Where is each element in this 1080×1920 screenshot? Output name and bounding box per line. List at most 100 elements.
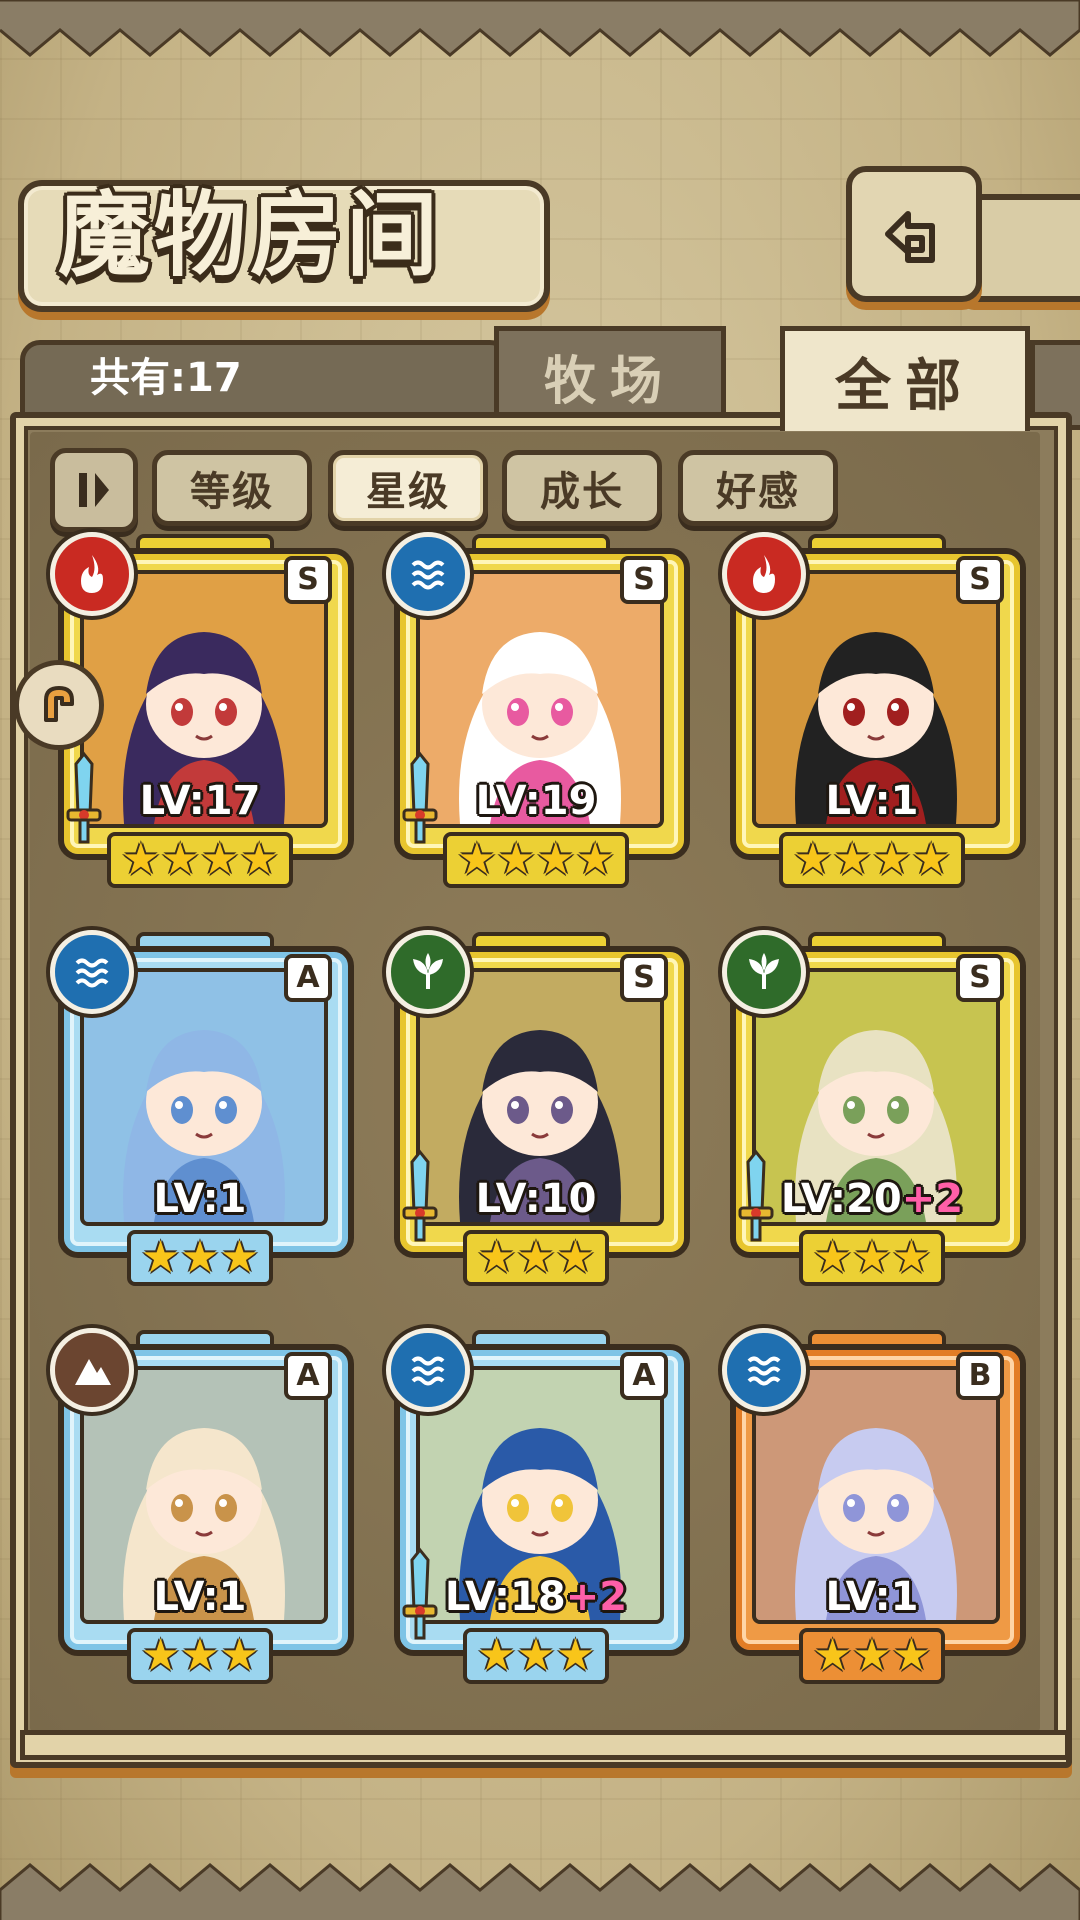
bottom-zigzag-border <box>0 1863 1080 1920</box>
star-icon: ★ <box>911 834 951 885</box>
level-value: LV:19 <box>475 778 597 824</box>
star-icon: ★ <box>891 1232 932 1283</box>
star-rating: ★★★ <box>386 1628 686 1684</box>
star-bar: ★★★ <box>462 1230 610 1286</box>
star-icon: ★ <box>476 1630 517 1681</box>
element-wood-badge <box>386 930 470 1014</box>
sort-by-growth-button[interactable]: 成长 <box>502 450 662 526</box>
star-bar: ★★★ <box>798 1628 946 1684</box>
monster-card[interactable]: B LV:1 ★★★ <box>722 1326 1026 1684</box>
star-rating: ★★★ <box>386 1230 686 1286</box>
star-bar: ★★★★ <box>779 832 965 888</box>
level-bonus: +2 <box>901 1176 964 1222</box>
monster-level: LV:1 <box>722 1574 1022 1620</box>
star-icon: ★ <box>219 1232 260 1283</box>
rank-badge: A <box>620 1352 668 1400</box>
star-icon: ★ <box>516 1232 556 1283</box>
monster-level: LV:1 <box>50 1574 350 1620</box>
level-value: LV:1 <box>825 778 919 824</box>
star-bar: ★★★★ <box>107 832 293 888</box>
monster-count: 共有:17 <box>90 355 242 401</box>
top-zigzag-border <box>0 0 1080 57</box>
star-icon: ★ <box>516 1630 556 1681</box>
fire-element-icon <box>81 555 103 593</box>
back-button[interactable] <box>846 166 982 302</box>
level-value: LV:1 <box>153 1176 247 1222</box>
monster-level: LV:1 <box>50 1176 350 1222</box>
element-water-badge <box>722 1328 806 1412</box>
monster-level: LV:18+2 <box>386 1574 686 1620</box>
side-lock-button[interactable] <box>14 660 104 750</box>
level-value: LV:17 <box>139 778 261 824</box>
star-icon: ★ <box>180 1630 220 1681</box>
star-rating: ★★★★ <box>722 832 1022 888</box>
star-bar: ★★★ <box>126 1230 274 1286</box>
rank-badge: S <box>956 556 1004 604</box>
monster-level: LV:19 <box>386 778 686 824</box>
star-rating: ★★★★ <box>50 832 350 888</box>
star-icon: ★ <box>457 834 497 885</box>
rank-badge: S <box>956 954 1004 1002</box>
star-icon: ★ <box>121 834 161 885</box>
monster-level: LV:20+2 <box>722 1176 1022 1222</box>
star-icon: ★ <box>812 1630 853 1681</box>
page-title: 魔物房间 <box>58 181 443 289</box>
star-icon: ★ <box>852 1232 892 1283</box>
rank-badge: B <box>956 1352 1004 1400</box>
star-icon: ★ <box>793 834 833 885</box>
water-element-icon <box>75 958 109 988</box>
monster-card[interactable]: S LV:10 ★★★ <box>386 928 690 1286</box>
monster-card[interactable]: S LV:1 ★★★★ <box>722 530 1026 888</box>
star-bar: ★★★ <box>126 1628 274 1684</box>
star-rating: ★★★ <box>722 1230 1022 1286</box>
monster-level: LV:10 <box>386 1176 686 1222</box>
star-icon: ★ <box>160 834 200 885</box>
star-rating: ★★★ <box>722 1628 1022 1684</box>
star-bar: ★★★ <box>462 1628 610 1684</box>
earth-element-icon <box>75 1359 111 1385</box>
sort-by-affinity-button[interactable]: 好感 <box>678 450 838 526</box>
star-icon: ★ <box>555 1630 596 1681</box>
level-value: LV:1 <box>825 1574 919 1620</box>
star-icon: ★ <box>832 834 872 885</box>
sort-by-level-button[interactable]: 等级 <box>152 450 312 526</box>
monster-level: LV:17 <box>50 778 350 824</box>
star-icon: ★ <box>496 834 536 885</box>
rank-badge: A <box>284 954 332 1002</box>
monster-card[interactable]: S LV:19 ★★★★ <box>386 530 690 888</box>
water-element-icon <box>411 560 445 590</box>
monster-card[interactable]: A LV:1 ★★★ <box>50 1326 354 1684</box>
star-icon: ★ <box>812 1232 853 1283</box>
star-bar: ★★★ <box>798 1230 946 1286</box>
monster-card[interactable]: S LV:20+2 ★★★ <box>722 928 1026 1286</box>
star-icon: ★ <box>140 1630 181 1681</box>
element-fire-badge <box>50 532 134 616</box>
star-icon: ★ <box>575 834 615 885</box>
element-water-badge <box>386 1328 470 1412</box>
water-element-icon <box>411 1356 445 1386</box>
element-fire-badge <box>722 532 806 616</box>
star-rating: ★★★ <box>50 1230 350 1286</box>
tab-ranch[interactable]: 牧场 <box>494 326 726 421</box>
lock-icon <box>44 686 74 722</box>
monster-card[interactable]: A LV:18+2 ★★★ <box>386 1326 690 1684</box>
rank-badge: A <box>284 1352 332 1400</box>
level-value: LV:18 <box>444 1574 566 1620</box>
rank-badge: S <box>284 556 332 604</box>
sort-order-toggle[interactable] <box>50 448 138 532</box>
star-icon: ★ <box>200 834 240 885</box>
star-icon: ★ <box>219 1630 260 1681</box>
monster-card[interactable]: A LV:1 ★★★ <box>50 928 354 1286</box>
rank-badge: S <box>620 954 668 1002</box>
star-rating: ★★★ <box>50 1628 350 1684</box>
tab-all[interactable]: 全部 <box>780 326 1030 431</box>
star-icon: ★ <box>476 1232 517 1283</box>
wood-element-icon <box>749 953 779 989</box>
water-element-icon <box>747 1356 781 1386</box>
level-bonus: +2 <box>565 1574 628 1620</box>
star-icon: ★ <box>140 1232 181 1283</box>
monster-level: LV:1 <box>722 778 1022 824</box>
rank-badge: S <box>620 556 668 604</box>
sort-toggle-icon <box>79 473 109 507</box>
sort-by-stars-button[interactable]: 星级 <box>328 450 488 526</box>
